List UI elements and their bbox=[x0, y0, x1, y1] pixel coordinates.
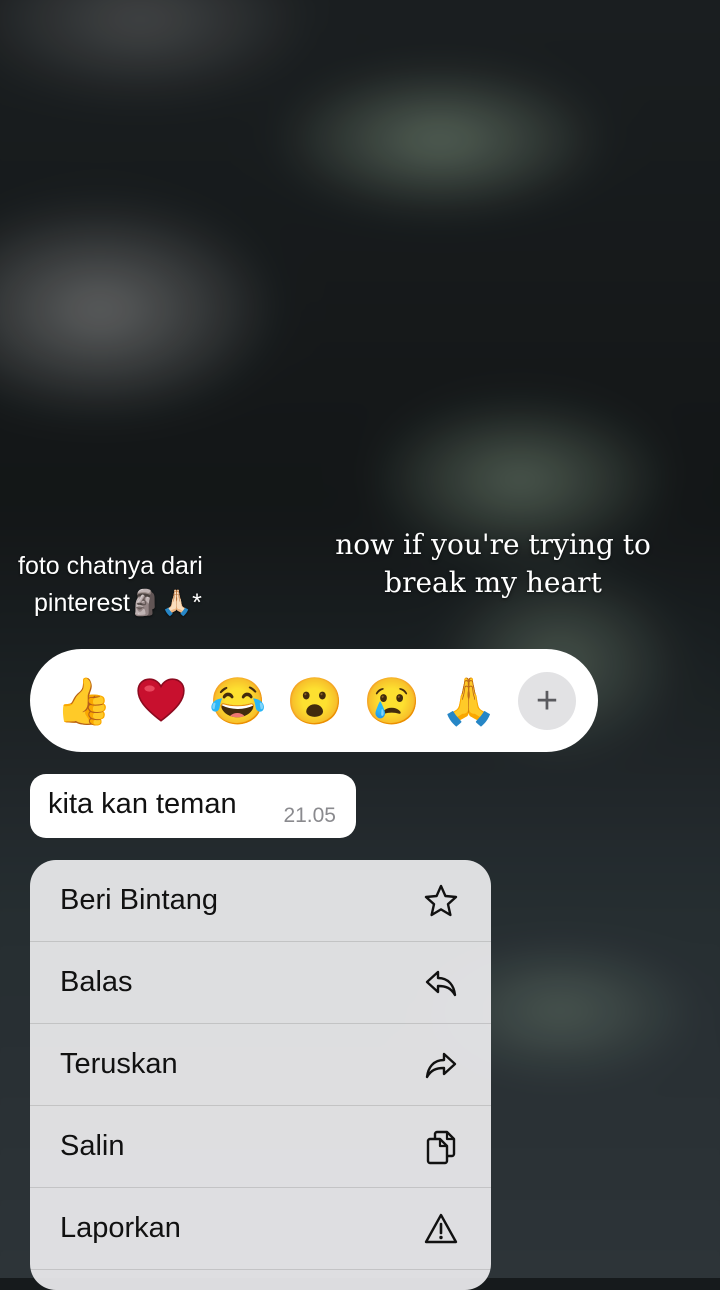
message-text: kita kan teman bbox=[48, 788, 237, 820]
selected-message-bubble[interactable]: kita kan teman 21.05 bbox=[30, 774, 356, 838]
menu-item-label: Balas bbox=[60, 966, 133, 998]
copy-icon bbox=[421, 1127, 461, 1167]
menu-item-label: Beri Bintang bbox=[60, 884, 218, 916]
forward-icon bbox=[421, 1045, 461, 1085]
lyric-overlay: now if you're trying to break my heart bbox=[318, 526, 668, 602]
reaction-bar: 👍 😂 😮 😢 🙏 + bbox=[30, 649, 598, 752]
menu-item-report[interactable]: Laporkan bbox=[30, 1188, 491, 1270]
menu-item-label: Teruskan bbox=[60, 1048, 178, 1080]
menu-item-label: Laporkan bbox=[60, 1212, 181, 1244]
surprised-reaction[interactable]: 😮 bbox=[286, 673, 343, 729]
sad-reaction[interactable]: 😢 bbox=[363, 673, 420, 729]
heart-icon bbox=[137, 677, 185, 722]
message-context-menu: Beri Bintang Balas Teruskan Salin Lapork… bbox=[30, 860, 491, 1290]
star-icon bbox=[421, 881, 461, 921]
thumbs-up-reaction[interactable]: 👍 bbox=[55, 673, 112, 729]
menu-item-star[interactable]: Beri Bintang bbox=[30, 860, 491, 942]
caption-line-2: pinterest🗿🙏🏻* bbox=[34, 589, 202, 617]
heart-reaction[interactable] bbox=[133, 673, 189, 729]
laugh-reaction[interactable]: 😂 bbox=[209, 673, 266, 729]
warning-icon bbox=[421, 1209, 461, 1249]
message-timestamp: 21.05 bbox=[283, 804, 336, 827]
more-reactions-button[interactable]: + bbox=[518, 671, 576, 730]
lyric-line-2: break my heart bbox=[384, 566, 602, 599]
menu-item-forward[interactable]: Teruskan bbox=[30, 1024, 491, 1106]
menu-item-copy[interactable]: Salin bbox=[30, 1106, 491, 1188]
reply-icon bbox=[421, 963, 461, 1003]
video-caption-overlay: foto chatnya dari pinterest🗿🙏🏻* bbox=[18, 548, 258, 622]
lyric-line-1: now if you're trying to bbox=[335, 528, 651, 561]
menu-item-reply[interactable]: Balas bbox=[30, 942, 491, 1024]
caption-line-1: foto chatnya dari bbox=[18, 552, 203, 580]
menu-item-label: Salin bbox=[60, 1130, 125, 1162]
pray-reaction[interactable]: 🙏 bbox=[440, 673, 497, 729]
